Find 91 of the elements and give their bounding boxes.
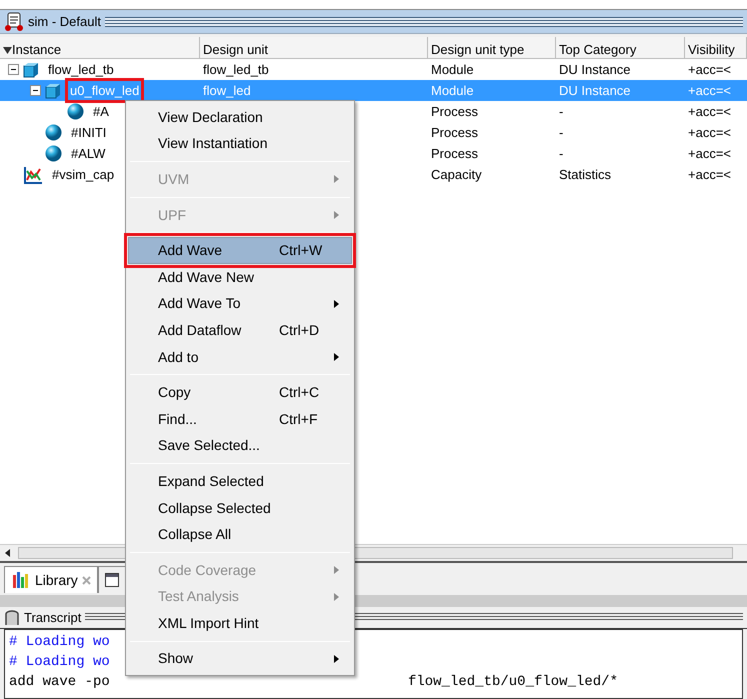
menu-item[interactable]: Copy Ctrl+C [128,379,352,406]
column-header[interactable]: Top Category [556,37,685,58]
module-cube-icon [23,62,39,78]
menu-label[interactable]: Find... [158,408,279,430]
menu-item[interactable]: Add to [128,344,352,370]
tab[interactable] [98,566,126,593]
table-cell: - [559,104,564,119]
menu-label[interactable]: Copy [158,382,279,404]
submenu-arrow-icon [334,566,339,574]
bar-chart-icon [11,571,31,589]
menu-label[interactable]: Collapse All [158,524,339,546]
table-cell: +acc=< [688,104,732,119]
table-cell: flow_led_tb [203,62,269,77]
transcript-icon [4,610,20,626]
submenu-arrow-icon [334,175,339,184]
console-line: # Loading wo [9,633,110,652]
menu-item[interactable]: Show [128,646,352,672]
column-header[interactable]: Design unit [200,37,428,58]
table-cell: Statistics [559,166,612,182]
column-header-label[interactable]: Instance [12,42,62,57]
menu-label[interactable]: Save Selected... [158,435,339,456]
table-cell: +acc=< [688,146,732,161]
sphere-icon [67,103,84,120]
menu-label[interactable]: Add to [158,346,334,368]
menu-item[interactable]: Add Wave New [128,264,352,291]
menu-item[interactable]: Expand Selected [128,468,352,495]
shortcut-label: Ctrl+W [279,241,324,260]
title-bar-grip[interactable] [104,16,743,26]
scroll-left-arrow-icon[interactable] [5,549,11,557]
table-cell: Module [431,82,474,98]
transcript-title: Transcript [24,608,82,627]
menu-item[interactable]: View Declaration [128,104,352,131]
submenu-arrow-icon [334,592,339,601]
menu-label[interactable]: Expand Selected [158,470,339,492]
table-cell: flow_led [203,82,251,98]
menu-label[interactable]: Collapse Selected [158,498,339,519]
sphere-icon [45,124,62,141]
panel-title: sim - Default [28,12,101,31]
chart-icon [23,166,43,184]
table-cell: +acc=< [688,62,732,77]
library-tab[interactable]: Library [4,566,98,593]
console-line: # Loading wo [9,653,110,672]
module-cube-icon [45,82,61,98]
menu-item[interactable]: Find... Ctrl+F [128,406,352,433]
submenu-arrow-icon [334,300,339,308]
submenu-arrow-icon [334,353,339,362]
table-cell: +acc=< [688,166,732,182]
collapse-toggle[interactable] [8,64,19,75]
menu-label[interactable]: Add Wave [158,240,279,262]
menu-label[interactable]: View Declaration [158,106,339,128]
table-cell: - [559,124,564,140]
instance-name: #ALW [70,144,106,163]
submenu-arrow-icon [334,211,339,220]
column-header[interactable]: Design unit type [428,37,556,58]
instance-name: #A [92,102,110,121]
instance-name: flow_led_tb [47,60,115,79]
shortcut-label: Ctrl+D [279,320,320,340]
menu-item[interactable]: Collapse Selected [128,494,352,522]
menu-item[interactable]: Save Selected... [128,432,352,460]
table-cell: DU Instance [559,62,631,77]
table-cell: - [559,146,564,161]
instance-name: #INITI [70,124,108,142]
shortcut-label: Ctrl+F [279,410,318,429]
shortcut-label: Ctrl+C [279,383,320,402]
table-cell: +acc=< [688,124,732,140]
sphere-icon [45,145,62,162]
menu-item[interactable]: Add Dataflow Ctrl+D [128,317,352,344]
table-cell: Process [431,124,478,140]
console-line: flow_led_tb/u0_flow_led/* [408,673,618,692]
table-cell: +acc=< [688,82,732,98]
sim-icon [4,12,24,32]
instance-name: #vsim_cap [51,166,116,184]
table-cell: Process [431,146,478,161]
window-icon [104,573,119,587]
menu-item[interactable]: Collapse All [128,521,352,548]
tab-label[interactable]: Library [35,570,78,590]
collapse-toggle[interactable] [30,85,41,96]
table-cell: Capacity [431,166,482,182]
menu-label[interactable]: Add Dataflow [158,320,279,341]
table-cell: DU Instance [559,82,631,98]
table-cell: Module [431,62,474,77]
menu-item[interactable]: View Instantiation [128,130,352,158]
console-line: add wave -po [9,673,110,692]
column-header[interactable]: Visibility [685,37,747,58]
submenu-arrow-icon [334,654,339,663]
menu-label[interactable]: View Instantiation [158,133,339,154]
table-cell: Process [431,104,478,119]
menu-label[interactable]: Show [158,648,334,670]
menu-label[interactable]: Add Wave To [158,293,334,314]
menu-label[interactable]: Add Wave New [158,266,339,288]
menu-item[interactable]: Add Wave To [128,290,352,318]
